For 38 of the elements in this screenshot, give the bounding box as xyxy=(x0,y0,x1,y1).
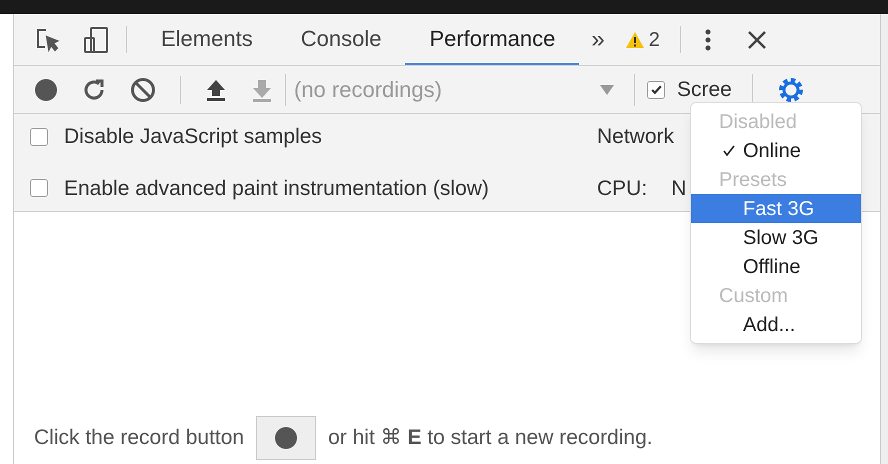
setting-checkbox[interactable] xyxy=(30,179,48,198)
menu-header: Presets xyxy=(718,168,788,192)
setting-label: Disable JavaScript samples xyxy=(64,124,323,150)
menu-option[interactable]: Fast 3G xyxy=(691,194,861,223)
hint-text: or hit ⌘ E to start a new recording. xyxy=(328,425,653,452)
reload-icon[interactable] xyxy=(82,78,106,102)
menu-option[interactable]: Online xyxy=(691,136,861,165)
menu-option[interactable]: Slow 3G xyxy=(691,223,861,252)
more-options-icon[interactable] xyxy=(704,28,711,52)
settings-icon[interactable] xyxy=(776,76,805,104)
close-icon[interactable] xyxy=(746,30,767,50)
inspect-icon[interactable] xyxy=(34,26,62,52)
warning-icon xyxy=(624,30,645,48)
dropdown-arrow-icon xyxy=(600,84,614,94)
screenshots-checkbox[interactable] xyxy=(647,80,665,98)
network-label: Network xyxy=(597,124,674,150)
setting-label: Enable advanced paint instrumentation (slow) xyxy=(64,176,490,202)
cpu-value: N xyxy=(671,176,686,202)
tab[interactable]: Elements xyxy=(137,14,277,65)
record-button[interactable] xyxy=(256,416,316,460)
device-icon[interactable] xyxy=(82,26,110,54)
menu-option[interactable]: Offline xyxy=(691,252,861,281)
check-icon xyxy=(650,83,662,96)
check-icon xyxy=(723,144,735,156)
setting-checkbox[interactable] xyxy=(30,128,48,146)
menu-header: Custom xyxy=(718,284,789,308)
menu-header: Disabled xyxy=(718,110,798,134)
warnings-badge[interactable]: 2 xyxy=(616,14,668,65)
record-icon xyxy=(274,426,298,450)
menu-option[interactable]: Add... xyxy=(691,310,861,339)
hint-text: Click the record button xyxy=(34,425,244,452)
record-icon[interactable] xyxy=(34,78,58,102)
cpu-label: CPU: xyxy=(597,176,648,202)
tab[interactable]: Console xyxy=(276,14,406,65)
clear-icon[interactable] xyxy=(130,76,156,102)
screenshots-label: Scree xyxy=(677,78,732,100)
upload-icon[interactable] xyxy=(205,78,227,102)
more-tabs-button[interactable]: » xyxy=(579,14,617,65)
